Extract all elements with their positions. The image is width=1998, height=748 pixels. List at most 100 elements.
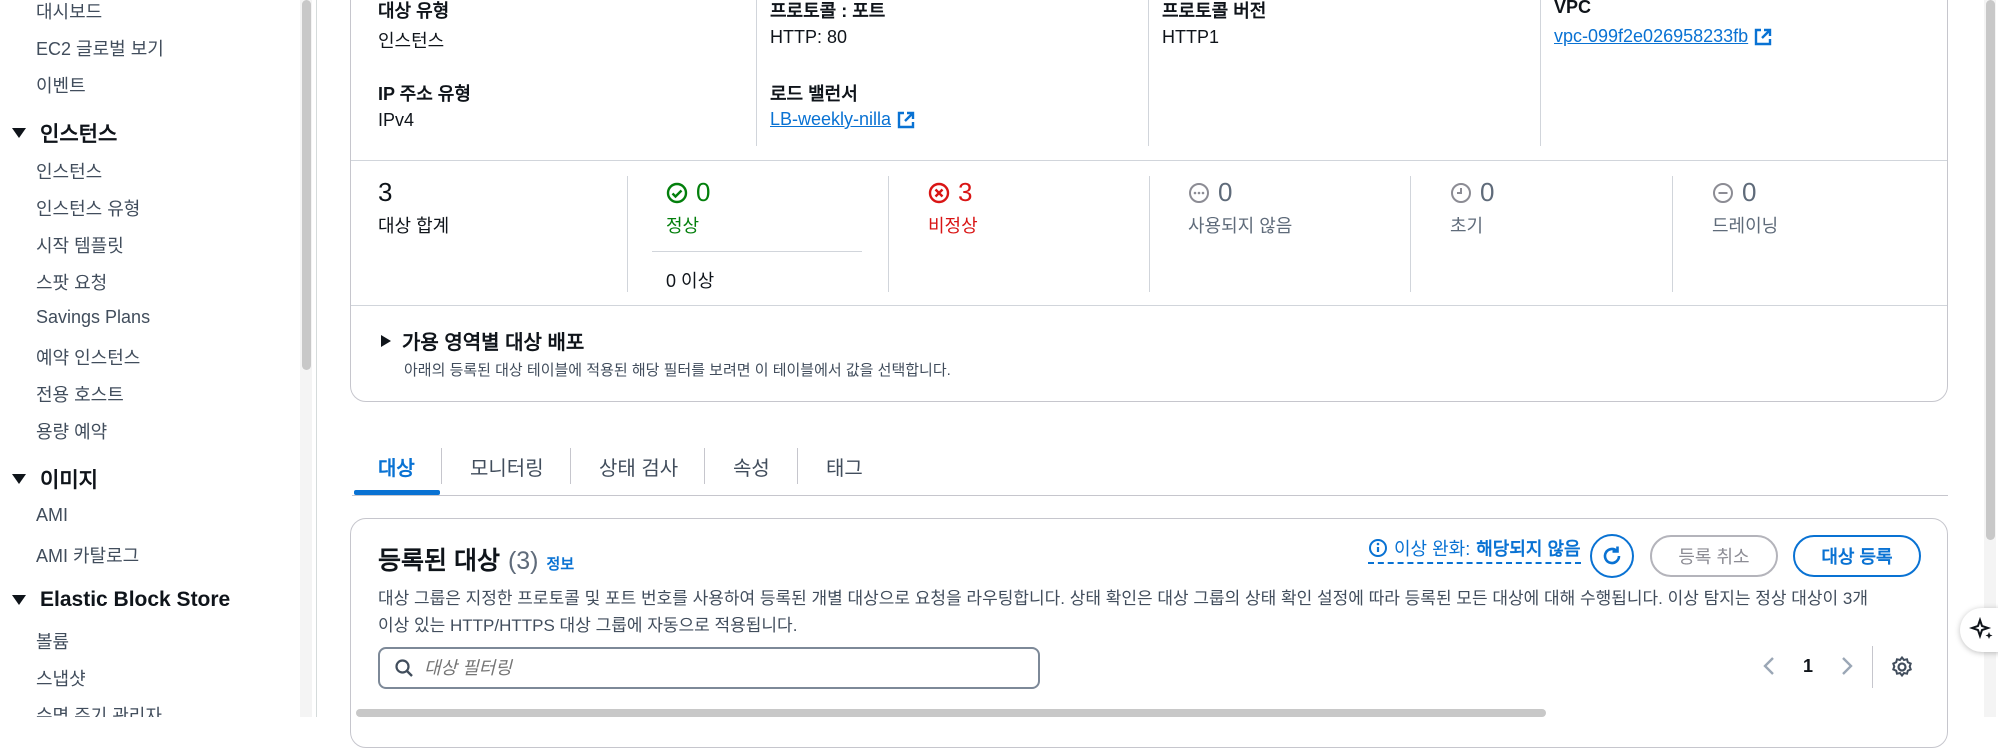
refresh-icon xyxy=(1603,546,1621,565)
active-tab-indicator xyxy=(354,490,440,495)
registered-targets-title: 등록된 대상 xyxy=(378,547,500,575)
tab-separator xyxy=(570,448,571,484)
healthy-label: 정상 xyxy=(666,216,700,236)
page-scrollbar-thumb[interactable] xyxy=(1986,0,1995,540)
deregister-button[interactable]: 등록 취소 xyxy=(1650,535,1778,577)
unhealthy-count[interactable]: 3 xyxy=(928,177,972,208)
sidebar-item-dashboard[interactable]: 대시보드 xyxy=(36,0,102,24)
sparkle-icon xyxy=(1969,617,1993,640)
initial-value: 0 xyxy=(1480,177,1495,207)
sidebar: 대시보드 EC2 글로벌 보기 이벤트 인스턴스 인스턴스 인스턴스 유형 시작… xyxy=(0,0,318,717)
sidebar-item-reserved-instances[interactable]: 예약 인스턴스 xyxy=(36,344,140,370)
total-targets-count: 3 xyxy=(378,177,392,208)
pagination-prev-button[interactable] xyxy=(1762,655,1776,682)
sidebar-item-launch-templates[interactable]: 시작 템플릿 xyxy=(36,232,124,258)
registered-targets-count: (3) xyxy=(507,547,539,575)
sidebar-item-capacity-reservations[interactable]: 용량 예약 xyxy=(36,418,107,444)
target-filter-input[interactable] xyxy=(424,657,1004,679)
sidebar-section-images[interactable]: 이미지 xyxy=(12,464,98,494)
stat-divider xyxy=(888,176,889,292)
sidebar-item-dedicated-hosts[interactable]: 전용 호스트 xyxy=(36,381,124,407)
external-link-icon xyxy=(1754,28,1772,45)
column-divider xyxy=(756,0,757,146)
healthy-threshold: 0 이상 xyxy=(666,271,715,291)
unhealthy-label: 비정상 xyxy=(928,216,978,236)
sidebar-section-title: 인스턴스 xyxy=(40,123,118,146)
sidebar-scrollbar-thumb[interactable] xyxy=(302,0,311,370)
ai-assistant-button[interactable] xyxy=(1960,608,1998,652)
sidebar-item-snapshots[interactable]: 스냅샷 xyxy=(36,665,86,691)
tab-separator xyxy=(441,448,442,484)
info-link[interactable]: 정보 xyxy=(547,553,575,574)
draining-value: 0 xyxy=(1742,177,1757,207)
register-targets-button[interactable]: 대상 등록 xyxy=(1793,535,1921,577)
external-link-icon xyxy=(897,111,915,128)
sidebar-item-lifecycle-manager[interactable]: 수명 주기 관리자 xyxy=(36,702,162,717)
load-balancer-label: 로드 밸런서 xyxy=(770,84,858,104)
sidebar-item-ami[interactable]: AMI xyxy=(36,505,68,526)
tab-separator xyxy=(704,448,705,484)
section-divider xyxy=(351,160,1947,161)
section-divider xyxy=(351,305,1947,306)
tab-monitoring[interactable]: 모니터링 xyxy=(470,452,544,481)
refresh-button[interactable] xyxy=(1590,534,1634,578)
column-divider xyxy=(1540,0,1541,146)
sidebar-section-title: Elastic Block Store xyxy=(40,588,231,611)
unhealthy-value: 3 xyxy=(958,177,973,207)
az-distribution-title: 가용 영역별 대상 배포 xyxy=(402,332,585,354)
chevron-right-icon xyxy=(1842,657,1853,675)
sidebar-section-instances[interactable]: 인스턴스 xyxy=(12,118,117,148)
registered-targets-header: 등록된 대상 (3) 정보 xyxy=(378,541,574,577)
target-filter-search[interactable] xyxy=(378,647,1040,689)
preferences-button[interactable] xyxy=(1890,655,1914,684)
sidebar-item-events[interactable]: 이벤트 xyxy=(36,72,86,98)
table-horizontal-scrollbar[interactable] xyxy=(356,709,1546,717)
tab-bar xyxy=(352,436,1948,496)
sidebar-item-spot-requests[interactable]: 스팟 요청 xyxy=(36,269,107,295)
sidebar-section-ebs[interactable]: Elastic Block Store xyxy=(12,588,230,612)
gear-icon xyxy=(1892,655,1912,678)
unused-value: 0 xyxy=(1218,177,1233,207)
ellipsis-circle-icon xyxy=(1189,182,1209,203)
sidebar-item-ec2-global-view[interactable]: EC2 글로벌 보기 xyxy=(36,35,164,61)
healthy-count[interactable]: 0 xyxy=(666,177,710,208)
load-balancer-link[interactable]: LB-weekly-nilla xyxy=(770,109,915,130)
pagination-next-button[interactable] xyxy=(1840,655,1854,682)
sidebar-item-savings-plans[interactable]: Savings Plans xyxy=(36,307,150,328)
registered-targets-description-line2: 이상 있는 HTTP/HTTPS 대상 그룹에 자동으로 적용됩니다. xyxy=(378,616,798,635)
az-distribution-description: 아래의 등록된 대상 테이블에 적용된 해당 필터를 보려면 이 테이블에서 값… xyxy=(404,362,951,379)
tab-health-checks[interactable]: 상태 검사 xyxy=(599,452,678,481)
protocol-version-value: HTTP1 xyxy=(1162,27,1220,47)
sidebar-item-instances[interactable]: 인스턴스 xyxy=(36,158,102,184)
draining-count[interactable]: 0 xyxy=(1712,177,1756,208)
pagination-current-page[interactable]: 1 xyxy=(1803,656,1813,677)
healthy-value: 0 xyxy=(696,177,711,207)
sidebar-divider xyxy=(316,0,317,717)
tab-tags[interactable]: 태그 xyxy=(826,452,863,481)
az-distribution-toggle[interactable]: 가용 영역별 대상 배포 xyxy=(380,326,584,355)
caret-down-icon xyxy=(12,474,26,484)
tab-targets[interactable]: 대상 xyxy=(378,452,415,481)
sidebar-section-title: 이미지 xyxy=(40,469,98,492)
search-icon xyxy=(395,659,413,677)
caret-down-icon xyxy=(12,128,26,138)
stat-divider xyxy=(1149,176,1150,292)
load-balancer-link-text: LB-weekly-nilla xyxy=(770,109,892,129)
anomaly-value: 해당되지 않음 xyxy=(1476,539,1581,559)
stat-divider xyxy=(627,176,628,292)
sidebar-item-volumes[interactable]: 볼륨 xyxy=(36,628,69,654)
anomaly-mitigation-link[interactable]: 이상 완화: 해당되지 않음 xyxy=(1368,535,1581,564)
vpc-link[interactable]: vpc-099f2e026958233fb xyxy=(1554,26,1772,47)
sidebar-item-instance-types[interactable]: 인스턴스 유형 xyxy=(36,195,140,221)
initial-count[interactable]: 0 xyxy=(1450,177,1494,208)
protocol-port-label: 프로토콜 : 포트 xyxy=(770,1,886,21)
info-icon xyxy=(1369,539,1387,557)
anomaly-prefix: 이상 완화: xyxy=(1394,539,1471,559)
pagination-divider xyxy=(1872,646,1873,688)
check-circle-icon xyxy=(666,182,688,203)
x-circle-icon xyxy=(928,182,950,203)
sidebar-item-ami-catalog[interactable]: AMI 카탈로그 xyxy=(36,542,139,568)
unused-label: 사용되지 않음 xyxy=(1188,216,1293,236)
tab-attributes[interactable]: 속성 xyxy=(733,452,770,481)
unused-count[interactable]: 0 xyxy=(1188,177,1232,208)
